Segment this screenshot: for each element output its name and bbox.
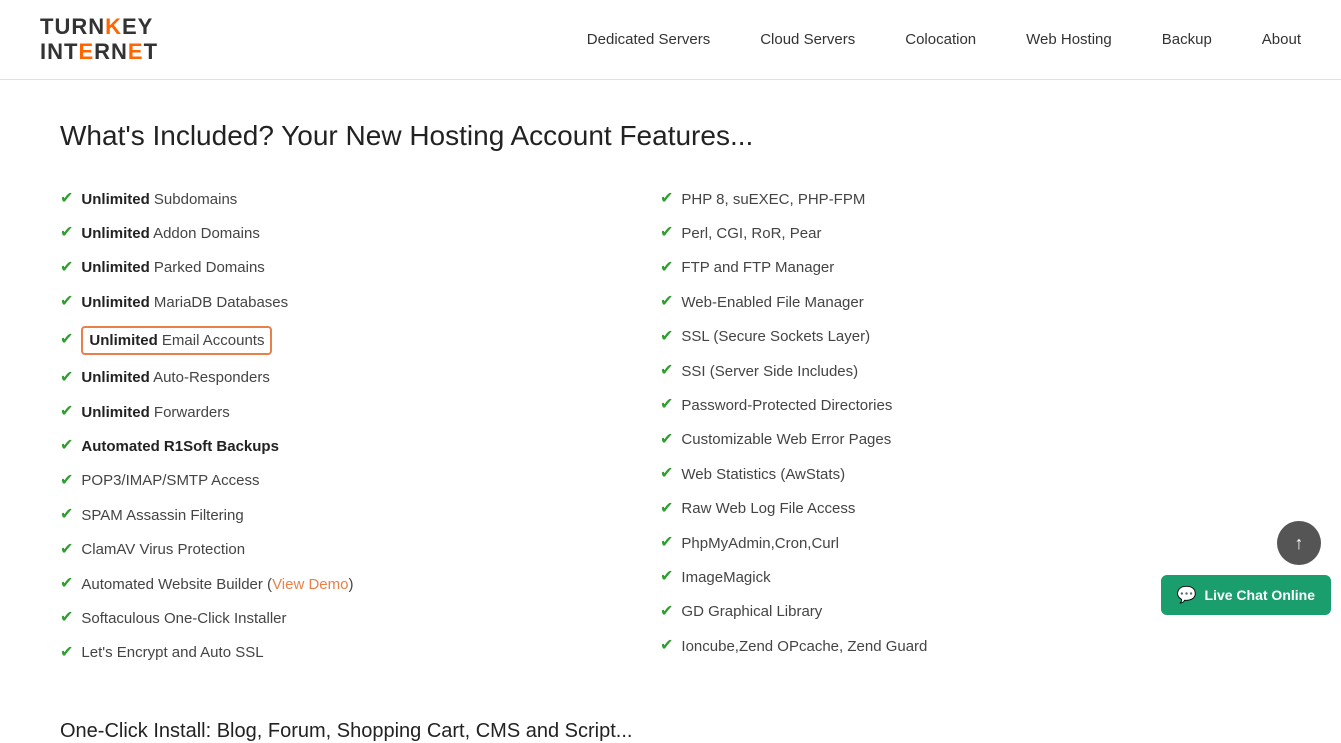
- check-icon: ✔: [660, 566, 673, 588]
- feature-phpmyadmin: ✔ PhpMyAdmin,Cron,Curl: [660, 526, 1260, 560]
- feature-custom-error: ✔ Customizable Web Error Pages: [660, 423, 1260, 457]
- chat-icon: 💬: [1177, 585, 1197, 605]
- feature-unlimited-autoresponders: ✔ Unlimited Auto-Responders: [60, 361, 660, 395]
- check-icon: ✔: [60, 401, 73, 423]
- feature-spam-assassin: ✔ SPAM Assassin Filtering: [60, 498, 660, 532]
- check-icon: ✔: [60, 435, 73, 457]
- features-left: ✔ Unlimited Subdomains ✔ Unlimited Addon…: [60, 182, 660, 670]
- feature-lets-encrypt: ✔ Let's Encrypt and Auto SSL: [60, 636, 660, 670]
- nav-about[interactable]: About: [1262, 31, 1301, 48]
- features-grid: ✔ Unlimited Subdomains ✔ Unlimited Addon…: [60, 182, 1260, 670]
- feature-raw-web-log: ✔ Raw Web Log File Access: [660, 492, 1260, 526]
- check-icon: ✔: [60, 291, 73, 313]
- check-icon: ✔: [60, 470, 73, 492]
- live-chat-button[interactable]: 💬 Live Chat Online: [1161, 575, 1331, 615]
- view-demo-link[interactable]: View Demo: [272, 576, 348, 593]
- check-icon: ✔: [60, 573, 73, 595]
- check-icon: ✔: [660, 429, 673, 451]
- scroll-to-top-button[interactable]: ↑: [1277, 521, 1321, 565]
- check-icon: ✔: [660, 222, 673, 244]
- check-icon: ✔: [660, 498, 673, 520]
- feature-unlimited-email-accounts: ✔ Unlimited Email Accounts: [60, 320, 660, 361]
- feature-perl-cgi: ✔ Perl, CGI, RoR, Pear: [660, 216, 1260, 250]
- feature-unlimited-parked-domains: ✔ Unlimited Parked Domains: [60, 251, 660, 285]
- check-icon: ✔: [60, 642, 73, 664]
- feature-ssi: ✔ SSI (Server Side Includes): [660, 354, 1260, 388]
- nav-web-hosting[interactable]: Web Hosting: [1026, 31, 1112, 48]
- logo-turn: TURN: [40, 14, 105, 39]
- check-icon: ✔: [660, 188, 673, 210]
- nav-colocation[interactable]: Colocation: [905, 31, 976, 48]
- page-title: What's Included? Your New Hosting Accoun…: [60, 120, 1281, 152]
- check-icon: ✔: [660, 601, 673, 623]
- feature-ioncube: ✔ Ioncube,Zend OPcache, Zend Guard: [660, 629, 1260, 663]
- feature-unlimited-subdomains: ✔ Unlimited Subdomains: [60, 182, 660, 216]
- feature-ftp: ✔ FTP and FTP Manager: [660, 251, 1260, 285]
- check-icon: ✔: [60, 607, 73, 629]
- logo-internet: INT: [40, 39, 78, 64]
- bottom-peek: One-Click Install: Blog, Forum, Shopping…: [0, 700, 1341, 743]
- check-icon: ✔: [60, 367, 73, 389]
- feature-automated-r1soft: ✔ Automated R1Soft Backups: [60, 429, 660, 463]
- check-icon: ✔: [60, 504, 73, 526]
- navbar: TURNKEY INTERNET Dedicated Servers Cloud…: [0, 0, 1341, 80]
- check-icon: ✔: [60, 222, 73, 244]
- feature-pop3-imap: ✔ POP3/IMAP/SMTP Access: [60, 464, 660, 498]
- nav-dedicated-servers[interactable]: Dedicated Servers: [587, 31, 710, 48]
- check-icon: ✔: [660, 360, 673, 382]
- feature-website-builder: ✔ Automated Website Builder (View Demo): [60, 567, 660, 601]
- nav-backup[interactable]: Backup: [1162, 31, 1212, 48]
- feature-unlimited-addon-domains: ✔ Unlimited Addon Domains: [60, 216, 660, 250]
- nav-links: Dedicated Servers Cloud Servers Colocati…: [587, 31, 1301, 48]
- check-icon: ✔: [660, 257, 673, 279]
- feature-ssl: ✔ SSL (Secure Sockets Layer): [660, 320, 1260, 354]
- email-accounts-highlight: Unlimited Email Accounts: [81, 326, 272, 355]
- logo[interactable]: TURNKEY INTERNET: [40, 15, 158, 63]
- main-content: What's Included? Your New Hosting Accoun…: [0, 80, 1341, 700]
- check-icon: ✔: [60, 257, 73, 279]
- check-icon: ✔: [660, 532, 673, 554]
- nav-cloud-servers[interactable]: Cloud Servers: [760, 31, 855, 48]
- logo-key: K: [105, 14, 122, 39]
- check-icon: ✔: [60, 539, 73, 561]
- feature-softaculous: ✔ Softaculous One-Click Installer: [60, 601, 660, 635]
- feature-unlimited-mariadb: ✔ Unlimited MariaDB Databases: [60, 285, 660, 319]
- check-icon: ✔: [660, 291, 673, 313]
- feature-clamav: ✔ ClamAV Virus Protection: [60, 533, 660, 567]
- feature-file-manager: ✔ Web-Enabled File Manager: [660, 285, 1260, 319]
- feature-php8: ✔ PHP 8, suEXEC, PHP-FPM: [660, 182, 1260, 216]
- feature-unlimited-forwarders: ✔ Unlimited Forwarders: [60, 395, 660, 429]
- check-icon: ✔: [660, 635, 673, 657]
- live-chat-label: Live Chat Online: [1205, 587, 1315, 603]
- feature-web-statistics: ✔ Web Statistics (AwStats): [660, 457, 1260, 491]
- check-icon: ✔: [660, 326, 673, 348]
- feature-password-protected: ✔ Password-Protected Directories: [660, 388, 1260, 422]
- check-icon: ✔: [660, 394, 673, 416]
- check-icon: ✔: [660, 463, 673, 485]
- check-icon: ✔: [60, 188, 73, 210]
- check-icon: ✔: [60, 329, 73, 351]
